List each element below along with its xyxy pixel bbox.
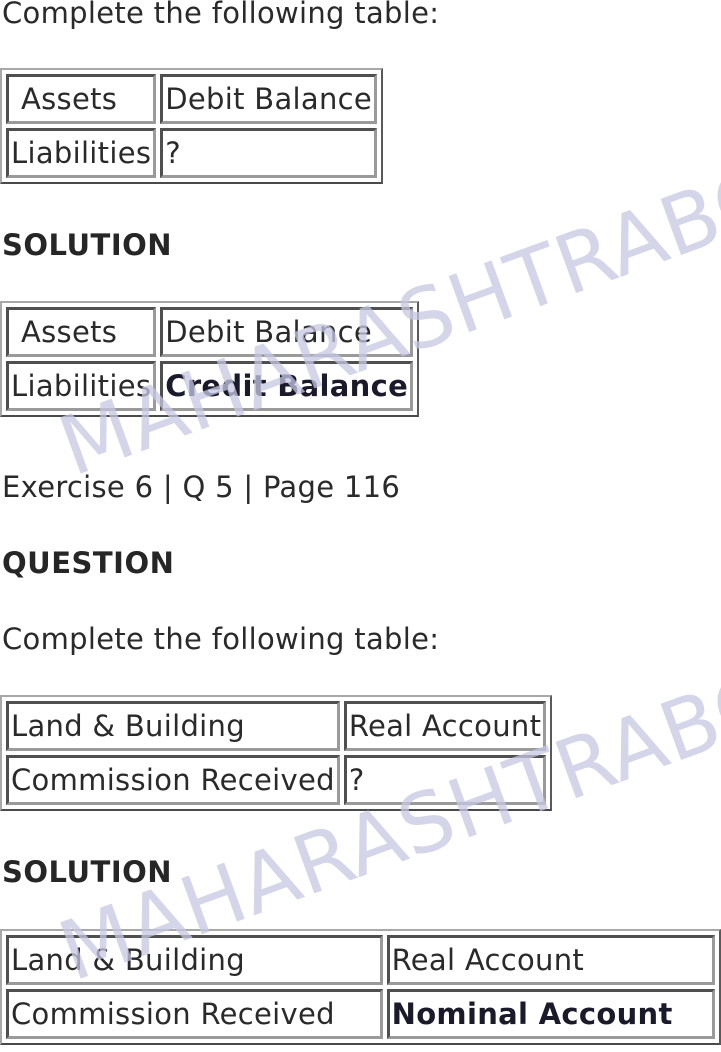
table-row: Assets Debit Balance <box>6 307 414 357</box>
table-row: Commission Received ? <box>6 755 547 805</box>
solution-heading: SOLUTION <box>2 228 173 262</box>
table-cell: ? <box>160 128 378 178</box>
table-cell: Debit Balance <box>160 74 378 124</box>
table-cell: Liabilities <box>6 361 157 411</box>
answer-cell: Credit Balance <box>160 361 414 411</box>
question-table: Assets Debit Balance Liabilities ? <box>0 68 384 184</box>
question-prompt: Complete the following table: <box>2 0 440 30</box>
answer-cell: Nominal Account <box>386 989 715 1039</box>
table-row: Commission Received Nominal Account <box>6 989 715 1039</box>
question-heading: QUESTION <box>2 546 175 580</box>
table-row: Land & Building Real Account <box>6 935 715 985</box>
solution-table: Assets Debit Balance Liabilities Credit … <box>0 301 420 417</box>
exercise-reference: Exercise 6 | Q 5 | Page 116 <box>2 470 401 504</box>
table-cell: Land & Building <box>6 935 383 985</box>
table-cell: ? <box>343 755 547 805</box>
table-cell: Liabilities <box>6 128 157 178</box>
table-cell: Land & Building <box>6 701 340 751</box>
table-row: Liabilities Credit Balance <box>6 361 414 411</box>
table-row: Liabilities ? <box>6 128 378 178</box>
table-row: Land & Building Real Account <box>6 701 547 751</box>
table-cell: Commission Received <box>6 755 340 805</box>
table-cell: Assets <box>6 307 157 357</box>
solution-table: Land & Building Real Account Commission … <box>0 929 721 1045</box>
table-cell: Commission Received <box>6 989 383 1039</box>
question-table: Land & Building Real Account Commission … <box>0 695 553 811</box>
table-cell: Debit Balance <box>160 307 414 357</box>
table-cell: Real Account <box>386 935 715 985</box>
table-row: Assets Debit Balance <box>6 74 378 124</box>
table-cell: Assets <box>6 74 157 124</box>
table-cell: Real Account <box>343 701 547 751</box>
solution-heading: SOLUTION <box>2 855 173 889</box>
question-prompt: Complete the following table: <box>2 622 440 656</box>
